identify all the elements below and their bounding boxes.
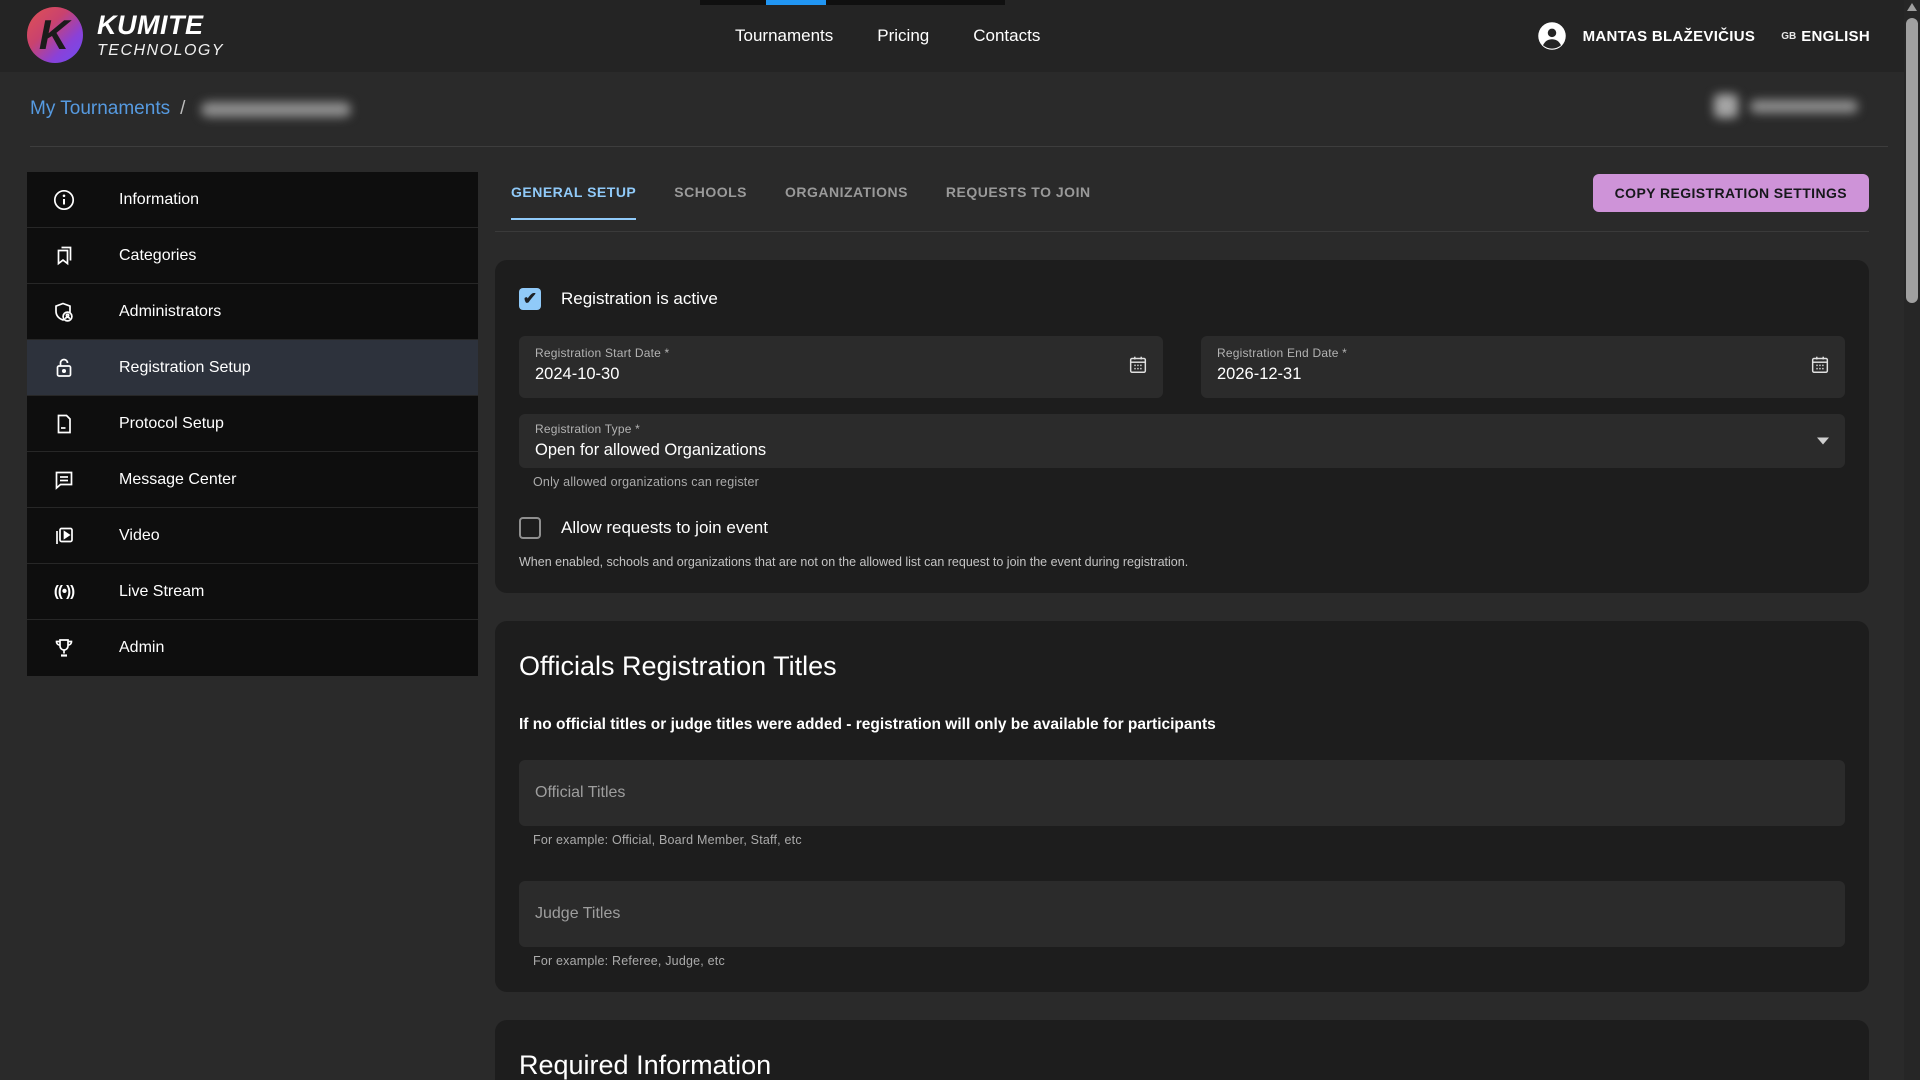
official-titles-placeholder: Official Titles (535, 784, 625, 802)
nav-tournaments[interactable]: Tournaments (735, 26, 833, 46)
breadcrumb-divider (30, 146, 1888, 147)
app-header: K KUMITE TECHNOLOGY Tournaments Pricing … (0, 0, 1920, 72)
video-library-icon (51, 523, 77, 549)
allow-requests-label: Allow requests to join event (561, 518, 768, 538)
registration-active-label: Registration is active (561, 289, 718, 309)
judge-titles-input[interactable]: Judge Titles (519, 881, 1845, 947)
kumite-logo-icon: K (27, 7, 83, 63)
lock-icon (51, 355, 77, 381)
calendar-icon (1714, 94, 1738, 118)
judge-titles-helper: For example: Referee, Judge, etc (533, 954, 1845, 968)
tab-bar-divider (495, 231, 1869, 232)
language-selector[interactable]: GB ENGLISH (1781, 28, 1870, 45)
sidebar-item-registration-setup[interactable]: Registration Setup (27, 340, 478, 396)
calendar-icon[interactable] (1809, 354, 1831, 381)
brand-name: KUMITE (97, 12, 224, 39)
official-titles-helper: For example: Official, Board Member, Sta… (533, 833, 1845, 847)
scrollbar-thumb[interactable] (1906, 18, 1918, 303)
allow-requests-row: Allow requests to join event (519, 517, 1845, 539)
registration-type-helper: Only allowed organizations can register (533, 475, 1845, 489)
active-route-indicator (766, 0, 826, 5)
redacted-date-chip (1714, 94, 1858, 118)
tab-general-setup[interactable]: GENERAL SETUP (511, 184, 636, 220)
registration-active-checkbox[interactable]: ✔ (519, 288, 541, 310)
end-date-label: Registration End Date * (1217, 346, 1829, 360)
judge-titles-placeholder: Judge Titles (535, 905, 620, 923)
brand-logo[interactable]: K KUMITE TECHNOLOGY (27, 7, 224, 63)
allow-requests-helper: When enabled, schools and organizations … (519, 555, 1845, 569)
brand-subtitle: TECHNOLOGY (97, 43, 224, 59)
trophy-icon (51, 635, 77, 661)
sidebar-item-categories[interactable]: Categories (27, 228, 478, 284)
tab-bar: GENERAL SETUP SCHOOLS ORGANIZATIONS REQU… (495, 174, 1869, 232)
registration-active-row: ✔ Registration is active (519, 288, 1845, 310)
tournament-sidebar: Information Categories Administrators Re… (27, 172, 478, 676)
language-flag-code: GB (1781, 31, 1796, 42)
sidebar-item-video[interactable]: Video (27, 508, 478, 564)
sidebar-item-live-stream[interactable]: ((•)) Live Stream (27, 564, 478, 620)
sidebar-item-protocol-setup[interactable]: Protocol Setup (27, 396, 478, 452)
user-menu[interactable]: MANTAS BLAŽEVIČIUS GB ENGLISH (1537, 0, 1870, 72)
sidebar-item-administrators[interactable]: Administrators (27, 284, 478, 340)
copy-registration-settings-button[interactable]: COPY REGISTRATION SETTINGS (1593, 174, 1869, 212)
registration-end-date-field[interactable]: Registration End Date * 2026-12-31 (1201, 336, 1845, 398)
required-information-card: Required Information (495, 1020, 1869, 1080)
officials-titles-heading: Officials Registration Titles (519, 651, 1845, 682)
nav-pricing[interactable]: Pricing (877, 26, 929, 46)
user-name: MANTAS BLAŽEVIČIUS (1583, 28, 1756, 45)
allow-requests-checkbox[interactable] (519, 517, 541, 539)
redacted-tournament-name (201, 102, 351, 117)
shield-person-icon (51, 299, 77, 325)
scroll-up-arrow-icon[interactable] (1907, 3, 1917, 11)
officials-titles-note: If no official titles or judge titles we… (519, 716, 1845, 734)
bookmark-icon (51, 243, 77, 269)
chat-icon (51, 467, 77, 493)
info-icon (51, 187, 77, 213)
registration-type-label: Registration Type * (535, 422, 1829, 436)
required-information-heading: Required Information (519, 1050, 1845, 1080)
tab-requests-to-join[interactable]: REQUESTS TO JOIN (946, 184, 1091, 220)
tab-organizations[interactable]: ORGANIZATIONS (785, 184, 908, 220)
breadcrumb-separator: / (180, 98, 185, 120)
registration-settings-card: ✔ Registration is active Registration St… (495, 260, 1869, 593)
main-nav: Tournaments Pricing Contacts (735, 0, 1040, 72)
registration-start-date-field[interactable]: Registration Start Date * 2024-10-30 (519, 336, 1163, 398)
registration-dates-row: Registration Start Date * 2024-10-30 Reg… (519, 336, 1845, 398)
registration-type-select[interactable]: Registration Type * Open for allowed Org… (519, 414, 1845, 468)
registration-type-value: Open for allowed Organizations (535, 441, 1829, 460)
main-content: GENERAL SETUP SCHOOLS ORGANIZATIONS REQU… (495, 174, 1869, 1080)
end-date-value: 2026-12-31 (1217, 365, 1829, 384)
window-top-strip (700, 0, 1005, 5)
start-date-label: Registration Start Date * (535, 346, 1147, 360)
breadcrumb: My Tournaments / (30, 98, 351, 120)
sidebar-item-message-center[interactable]: Message Center (27, 452, 478, 508)
broadcast-icon: ((•)) (51, 579, 77, 605)
officials-titles-card: Officials Registration Titles If no offi… (495, 621, 1869, 992)
breadcrumb-my-tournaments[interactable]: My Tournaments (30, 98, 170, 120)
start-date-value: 2024-10-30 (535, 365, 1147, 384)
chevron-down-icon (1817, 438, 1829, 445)
avatar-icon (1537, 21, 1567, 51)
sidebar-item-information[interactable]: Information (27, 172, 478, 228)
vertical-scrollbar[interactable] (1904, 0, 1920, 1080)
official-titles-input[interactable]: Official Titles (519, 760, 1845, 826)
language-label: ENGLISH (1801, 28, 1870, 45)
document-icon (51, 411, 77, 437)
tab-schools[interactable]: SCHOOLS (674, 184, 747, 220)
nav-contacts[interactable]: Contacts (973, 26, 1040, 46)
sidebar-item-admin[interactable]: Admin (27, 620, 478, 676)
calendar-icon[interactable] (1127, 354, 1149, 381)
